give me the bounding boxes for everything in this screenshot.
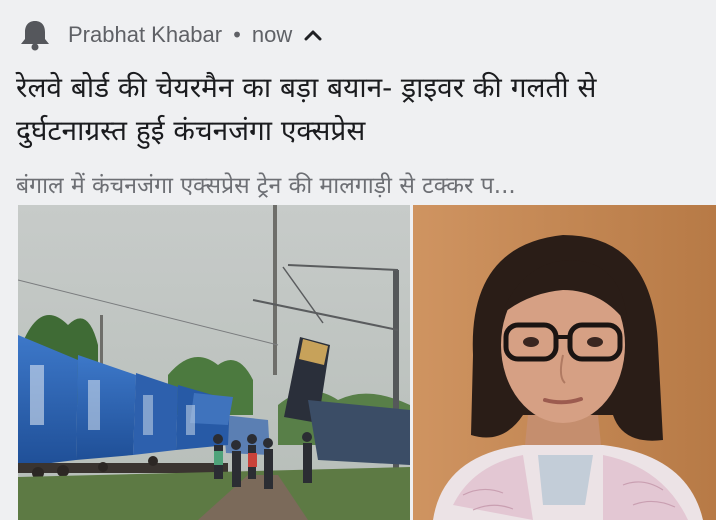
notification-media[interactable] xyxy=(18,205,716,520)
separator-dot: • xyxy=(231,23,243,47)
train-accident-photo xyxy=(18,205,410,520)
notification-snippet[interactable]: बंगाल में कंचनजंगा एक्सप्रेस ट्रेन की मा… xyxy=(16,170,706,202)
notification-header: Prabhat Khabar • now xyxy=(16,14,322,56)
notification-title[interactable]: रेलवे बोर्ड की चेयरमैन का बड़ा बयान- ड्र… xyxy=(16,66,706,152)
chevron-up-icon[interactable] xyxy=(304,28,322,42)
railway-board-chairperson-portrait xyxy=(413,205,716,520)
notification-card[interactable]: Prabhat Khabar • now रेलवे बोर्ड की चेयर… xyxy=(0,0,716,520)
timestamp: now xyxy=(251,22,293,47)
bell-icon xyxy=(16,16,54,54)
source-name: Prabhat Khabar xyxy=(68,22,223,47)
